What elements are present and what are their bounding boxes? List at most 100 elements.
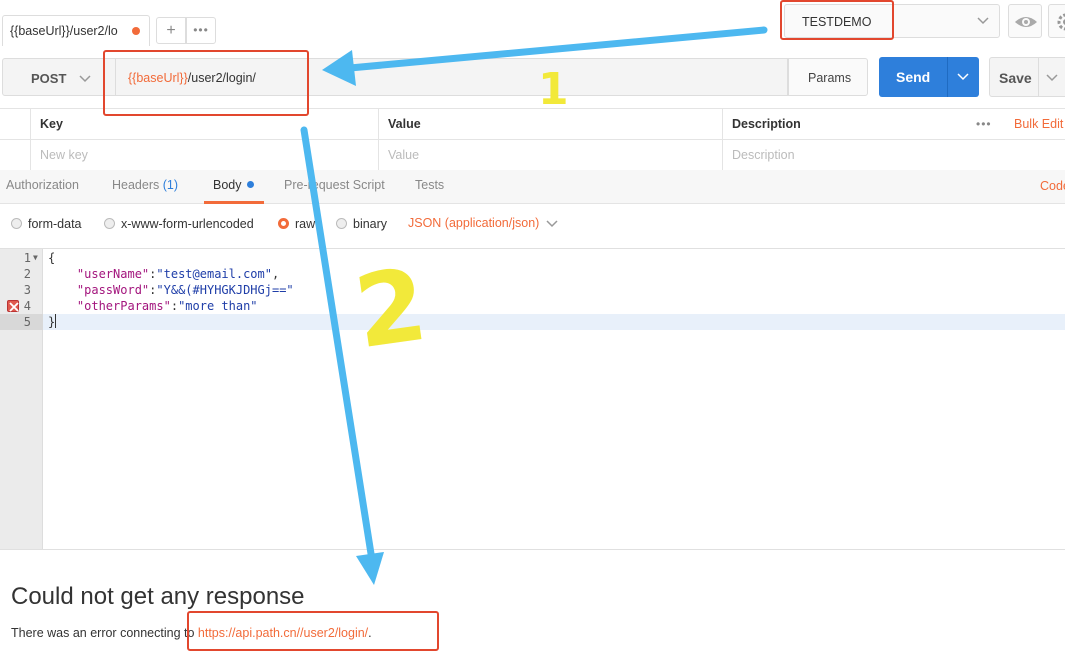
line-number: 1 [23,251,31,265]
value-column-header: Value [378,109,722,139]
body-code-editor[interactable]: 1 ▼ { 2 "userName":"test@email.com", 3 "… [0,248,1065,550]
line-number: 4 [23,299,31,313]
radio-raw[interactable]: raw [278,217,315,231]
json-suffix: , [271,267,280,281]
save-label: Save [999,70,1032,86]
chevron-down-icon[interactable] [1046,71,1058,83]
radio-urlencoded-label: x-www-form-urlencoded [121,217,254,231]
response-error-suffix: . [368,626,372,640]
radio-circle-icon [104,218,115,229]
url-variable: {{baseUrl}} [128,71,188,85]
environment-select[interactable]: TESTDEMO [784,4,1000,38]
radio-binary[interactable]: binary [336,217,387,231]
line-code: { [48,251,56,265]
editor-line: 2 "userName":"test@email.com", [0,266,1065,282]
row-checkbox-column [0,109,30,139]
radio-x-www-form-urlencoded[interactable]: x-www-form-urlencoded [104,217,254,231]
params-new-row: New key Value Description [0,140,1065,171]
json-key: "userName" [76,267,150,281]
radio-circle-icon [11,218,22,229]
save-divider [1038,58,1039,96]
eye-icon [1015,17,1037,27]
method-label: POST [31,71,67,86]
content-type-label: JSON (application/json) [408,216,540,230]
request-tab-title: {{baseUrl}}/user2/lo [10,24,118,38]
params-header-row: Key Value Description ••• Bulk Edit [0,109,1065,140]
content-type-select[interactable]: JSON (application/json) [408,216,558,230]
radio-selected-icon [278,218,289,229]
url-text: {{baseUrl}}/user2/login/ [128,71,256,85]
tab-body-label: Body [213,178,242,192]
send-button[interactable]: Send [879,57,979,97]
more-tabs-button[interactable]: ••• [186,17,216,44]
line-number: 2 [23,267,31,281]
response-error-prefix: There was an error connecting to [11,626,198,640]
radio-raw-label: raw [295,217,316,231]
new-tab-button[interactable]: + [156,17,186,44]
new-value-input[interactable]: Value [378,140,722,170]
line-code: "passWord":"Y&&(#HYHGKJDHGj==" [76,283,294,297]
tab-authorization[interactable]: Authorization [6,178,79,192]
json-value: "more than" [178,299,258,313]
params-button[interactable]: Params [788,58,868,96]
line-code: } [48,314,57,330]
new-description-input[interactable]: Description [722,140,1065,170]
tab-body[interactable]: Body [213,178,254,192]
response-error-title: Could not get any response [11,583,305,610]
params-label: Params [808,71,852,85]
text-cursor [55,314,57,328]
response-error-message: There was an error connecting to https:/… [11,626,372,640]
url-path: /user2/login/ [187,71,256,85]
tab-pre-request-script[interactable]: Pre-request Script [284,178,385,192]
tab-headers[interactable]: Headers (1) [112,178,178,192]
request-subtabs: Authorization Headers (1) Body Pre-reque… [0,170,1065,204]
radio-circle-icon [336,218,347,229]
environment-quick-look-button[interactable] [1008,4,1042,38]
unsaved-dot-icon [132,27,140,35]
editor-line-active: 5 } [0,314,1065,330]
line-code: "userName":"test@email.com", [76,267,280,281]
json-key: "otherParams" [76,299,171,313]
closing-brace: } [48,315,56,329]
radio-form-data-label: form-data [28,217,82,231]
tab-headers-label: Headers [112,178,160,192]
editor-line: 1 ▼ { [0,250,1065,266]
tab-tests[interactable]: Tests [415,178,444,192]
manage-environments-button[interactable] [1048,4,1065,38]
method-select[interactable]: POST [2,58,116,96]
bulk-edit-link[interactable]: Bulk Edit [1014,117,1063,131]
gear-icon [1057,13,1065,31]
save-button[interactable]: Save [989,57,1065,97]
line-code: "otherParams":"more than" [76,299,258,313]
request-url-bar: POST {{baseUrl}}/user2/login/ Params Sen… [0,56,1065,98]
environment-label: TESTDEMO [802,15,872,29]
body-type-row: form-data x-www-form-urlencoded raw bina… [0,204,1065,248]
send-label: Send [896,69,931,85]
response-error-link[interactable]: https://api.path.cn//user2/login/ [198,626,368,640]
json-key: "passWord" [76,283,150,297]
json-value: "Y&&(#HYHGKJDHGj==" [156,283,294,297]
params-table: Key Value Description ••• Bulk Edit New … [0,108,1065,171]
request-tab[interactable]: {{baseUrl}}/user2/lo [2,15,150,46]
fold-arrow-icon[interactable]: ▼ [33,250,38,266]
chevron-down-icon[interactable] [957,70,969,82]
key-column-header: Key [30,109,378,139]
send-divider [947,57,948,97]
more-options-button[interactable]: ••• [976,117,992,131]
radio-binary-label: binary [353,217,388,231]
radio-form-data[interactable]: form-data [11,217,82,231]
json-value: "test@email.com" [156,267,272,281]
row-checkbox[interactable] [0,140,30,170]
url-input[interactable]: {{baseUrl}}/user2/login/ [116,58,788,96]
editor-line: 4 "otherParams":"more than" [0,298,1065,314]
body-indicator-dot-icon [246,181,254,188]
annotation-arrowhead-2 [356,552,384,585]
chevron-down-icon [79,75,91,83]
chevron-down-icon [977,17,989,25]
editor-line: 3 "passWord":"Y&&(#HYHGKJDHGj==" [0,282,1065,298]
chevron-down-icon [546,220,558,228]
code-link[interactable]: Code [1040,179,1065,193]
line-number: 5 [0,314,43,330]
new-key-input[interactable]: New key [30,140,378,170]
line-number: 3 [23,283,31,297]
